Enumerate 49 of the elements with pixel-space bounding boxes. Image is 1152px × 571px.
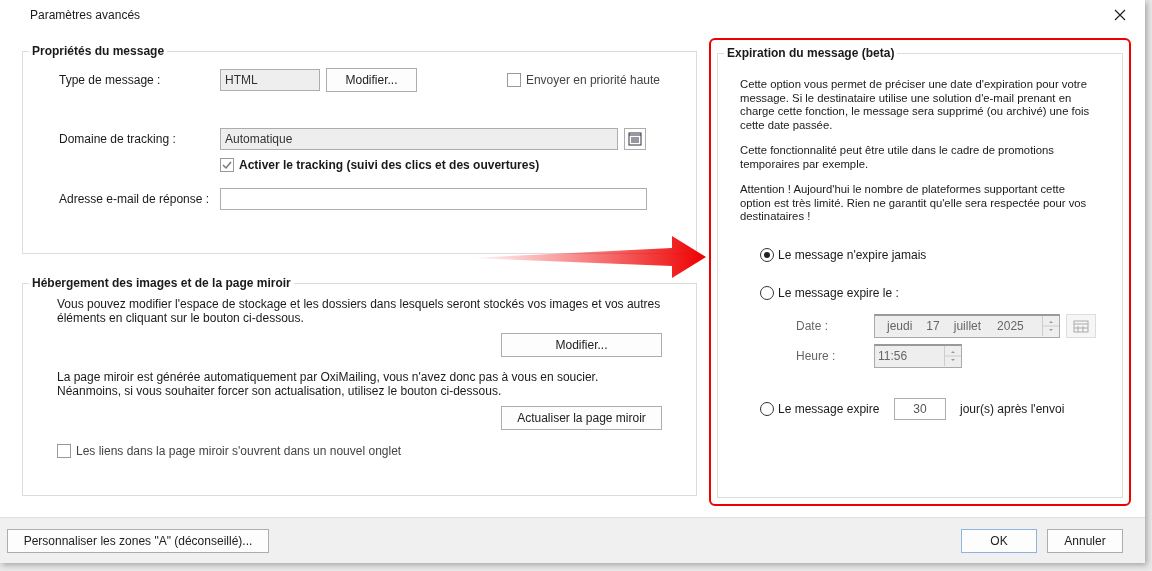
section-title: Expiration du message (beta) <box>726 46 896 60</box>
info-paragraph: Cette option vous permet de préciser une date d'expiration pour votre message. Si le destinataire utilise une solution d'e-mail prenant en charge cette fonction, le message sera supprimé (ou archivé) une fois cette date passée. <box>740 78 1091 132</box>
calendar-button[interactable] <box>1066 313 1096 338</box>
date-label: Date : <box>796 318 829 333</box>
close-icon <box>1114 9 1126 21</box>
spin-buttons[interactable] <box>1042 316 1059 336</box>
date-field[interactable]: jeudi 17 juillet 2025 <box>874 313 1060 338</box>
checkbox[interactable] <box>506 73 521 87</box>
days-suffix: jour(s) après l'envoi <box>960 401 1065 416</box>
refresh-mirror-button[interactable]: Actualiser la page miroir <box>501 406 662 430</box>
calendar-icon <box>1073 318 1089 333</box>
weekday-text: jeudi <box>887 319 913 333</box>
checkbox[interactable] <box>57 444 71 458</box>
info-paragraph: Attention ! Aujourd'hui le nombre de plateformes supportant cette option est très limité. Rien ne garantit qu'elle sera respectée pour vos destinataires ! <box>740 183 1088 224</box>
field-label: Type de message : <box>59 73 162 87</box>
ok-button[interactable]: OK <box>961 528 1037 553</box>
section-title: Hébergement des images et de la page miroir <box>31 276 292 290</box>
year-text: 2025 <box>997 319 1024 333</box>
cancel-button[interactable]: Annuler <box>1047 528 1123 553</box>
info-paragraph: Cette fonctionnalité peut être utile dans le cadre de promotions temporaires par exemple. <box>740 144 1055 171</box>
reply-address-field[interactable] <box>220 188 647 210</box>
time-text: 11:56 <box>878 349 908 363</box>
mirror-text: La page miroir est générée automatiquement par OxiMailing, vous n'avez donc pas à vous en soucier. Néanmoins, si vous souhaiter forcer son actualisation, utilisez le bouton ci-dessous. <box>57 371 600 398</box>
radio-label[interactable]: Le message expire <box>778 401 890 416</box>
day-text: 17 <box>926 319 940 333</box>
time-label: Heure : <box>796 348 837 363</box>
window-title: Paramètres avancés <box>30 8 141 22</box>
check-icon <box>222 160 232 170</box>
radio-label[interactable]: Le message expire le : <box>778 285 899 300</box>
tracking-domain-field: Automatique <box>220 128 618 150</box>
checkbox[interactable] <box>220 158 234 172</box>
message-type-field: HTML <box>220 69 320 91</box>
radio-label[interactable]: Le message n'expire jamais <box>778 247 927 262</box>
modify-button[interactable]: Modifier... <box>326 68 417 92</box>
month-text: juillet <box>953 319 982 333</box>
spin-buttons[interactable] <box>944 346 961 366</box>
checkbox-label[interactable]: Activer le tracking (suivi des clics et des ouvertures) <box>239 158 540 172</box>
field-label: Domaine de tracking : <box>59 132 177 146</box>
list-button[interactable] <box>624 128 646 150</box>
days-field[interactable]: 30 <box>894 397 946 420</box>
section-title: Propriétés du message <box>31 44 166 58</box>
storage-text: Vous pouvez modifier l'espace de stockage et les dossiers dans lesquels seront stockés vos images et vos autres éléments en cliquant sur le bouton ci-dessous. <box>57 298 662 325</box>
customize-zones-button[interactable]: Personnaliser les zones "A" (déconseillé)... <box>7 528 269 553</box>
checkbox-label[interactable]: Envoyer en priorité haute <box>525 73 660 87</box>
time-field[interactable]: 11:56 <box>874 343 962 368</box>
checkbox-label[interactable]: Les liens dans la page miroir s'ouvrent dans un nouvel onglet <box>76 444 402 458</box>
list-icon <box>628 132 642 146</box>
field-label: Adresse e-mail de réponse : <box>59 192 211 206</box>
modify-button[interactable]: Modifier... <box>501 333 662 357</box>
